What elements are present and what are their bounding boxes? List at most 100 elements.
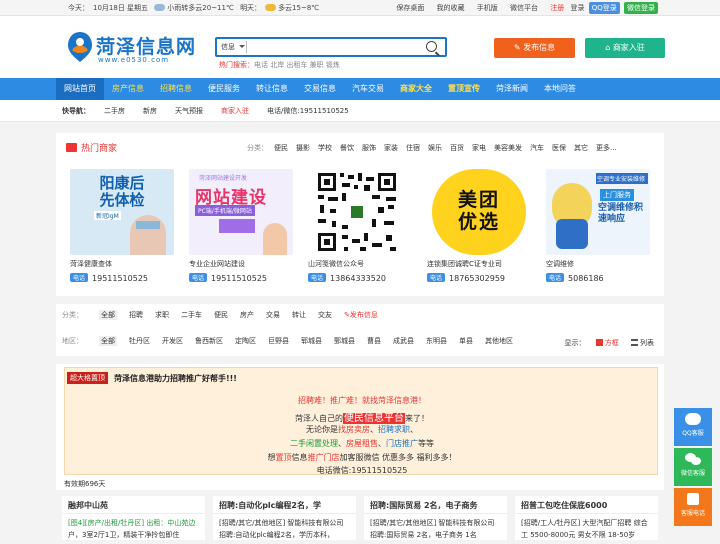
quick-new-house[interactable]: 新房 [143, 106, 157, 116]
wechat-login-button[interactable]: 微信登录 [624, 2, 658, 14]
qq-login-button[interactable]: QQ登录 [588, 2, 620, 14]
area-12[interactable]: 其他地区 [485, 336, 513, 346]
class-seek[interactable]: 求职 [155, 310, 169, 320]
listing-card[interactable]: 招聘:国际贸易 2名，电子商务 [招聘/其它/其他地区] 智能科技有限公司 招聘:… [364, 496, 507, 540]
area-2[interactable]: 开发区 [162, 336, 183, 346]
cat-12[interactable]: 医保 [552, 143, 566, 153]
merchant-card[interactable]: 阳康后先体检 新冠IgM 菏泽健康查体 电话 19511510525 [70, 169, 174, 283]
nav-services[interactable]: 便民服务 [200, 78, 248, 100]
merchant-image: 阳康后先体检 新冠IgM [70, 169, 174, 255]
class-usedcar[interactable]: 二手车 [181, 310, 202, 320]
publish-button[interactable]: ✎ 发布信息 [494, 38, 575, 58]
area-5[interactable]: 巨野县 [268, 336, 289, 346]
cat-4[interactable]: 服饰 [362, 143, 376, 153]
qq-service-button[interactable]: QQ客服 [674, 408, 712, 446]
nav-qa[interactable]: 本地问答 [536, 78, 584, 100]
join-button[interactable]: ⌂ 商家入驻 [585, 38, 665, 58]
publish-info-link[interactable]: ✎发布信息 [344, 310, 390, 320]
area-4[interactable]: 定陶区 [235, 336, 256, 346]
promo-banner[interactable]: 超大格置顶 菏泽信息港助力招聘推广好帮手!!! 招聘难！推广难！就找菏泽信息港！… [64, 367, 658, 475]
class-trade[interactable]: 交易 [266, 310, 280, 320]
cat-7[interactable]: 娱乐 [428, 143, 442, 153]
logo-text: 菏泽信息网 [96, 36, 197, 58]
area-11[interactable]: 单县 [459, 336, 473, 346]
merchant-categories: 分类： 便民 摄影 学校 餐饮 服饰 家装 住宿 娱乐 百货 家电 美容美发 汽… [247, 143, 625, 153]
listing-card[interactable]: 融邦中山苑 [图4][房产/出租/牡丹区] 出租：中山苑边 户，3室2厅1卫，精装… [62, 496, 205, 540]
search-category-select[interactable]: 信息 [221, 42, 245, 52]
class-jobs[interactable]: 招聘 [129, 310, 143, 320]
class-transfer[interactable]: 转让 [292, 310, 306, 320]
quick-merchant-join[interactable]: 商家入驻 [221, 106, 249, 116]
quick-weather[interactable]: 天气预报 [175, 106, 203, 116]
promo-tag: 超大格置顶 [67, 372, 108, 384]
shop-bag-icon [66, 143, 77, 152]
site-logo[interactable]: 菏泽信息网 www.e0530.com [66, 30, 196, 70]
listing-card[interactable]: 招普工包吃住保底6000 [招聘/工人/牡丹区] 大型汽配厂招聘 综合工 550… [515, 496, 658, 540]
merchant-name: 连锁集团诚聘C证专业司 [427, 260, 502, 268]
cat-5[interactable]: 家装 [384, 143, 398, 153]
shop-icon: ⌂ [605, 43, 613, 52]
class-all[interactable]: 全部 [99, 310, 117, 320]
quick-secondhand-house[interactable]: 二手房 [104, 106, 125, 116]
quick-nav-label: 快导航： [62, 107, 90, 115]
area-9[interactable]: 成武县 [393, 336, 414, 346]
hot-search-terms[interactable]: 电话 北岸 出租车 兼职 锻炼 [254, 61, 340, 69]
search-icon[interactable] [426, 41, 437, 52]
favorites-link[interactable]: 我的收藏 [437, 4, 465, 12]
area-10[interactable]: 东明县 [426, 336, 447, 346]
cat-6[interactable]: 住宿 [406, 143, 420, 153]
merchant-card[interactable]: 美团优选 连锁集团诚聘C证专业司 电话 18765302959 [427, 169, 531, 283]
register-link[interactable]: 注册 [550, 4, 564, 12]
cat-9[interactable]: 家电 [472, 143, 486, 153]
merchant-image: 菏泽网站建设开发 网站建设 PC端/手机端/微网站 [189, 169, 293, 255]
cat-2[interactable]: 学校 [318, 143, 332, 153]
area-8[interactable]: 曹县 [367, 336, 381, 346]
cat-8[interactable]: 百货 [450, 143, 464, 153]
nav-housing[interactable]: 房产信息 [104, 78, 152, 100]
class-housing[interactable]: 房产 [240, 310, 254, 320]
wechat-platform-link[interactable]: 微信平台 [510, 4, 538, 12]
nav-cars[interactable]: 汽车交易 [344, 78, 392, 100]
merchant-card[interactable]: 空调专业安装维修 上门服务 空调维修积速响应 空调维修 电话 5086186 [546, 169, 650, 283]
promo-validity: 有效期696天 [64, 480, 106, 488]
promo-line-3: 无论你是找房卖房、招聘求职、 [306, 425, 418, 434]
hot-search-label: 热门搜索： [219, 61, 254, 69]
phone-service-button[interactable]: 客服电话 [674, 488, 712, 526]
nav-merchants[interactable]: 商家大全 [392, 78, 440, 100]
nav-top-promo[interactable]: 置顶宣传 [440, 78, 488, 100]
area-3[interactable]: 鲁西新区 [195, 336, 223, 346]
wechat-service-button[interactable]: 微信客服 [674, 448, 712, 486]
grid-view-toggle[interactable]: 方框 [595, 339, 619, 347]
area-all[interactable]: 全部 [99, 336, 117, 346]
cat-0[interactable]: 便民 [274, 143, 288, 153]
cat-more[interactable]: 更多... [596, 143, 617, 153]
cat-10[interactable]: 美容美发 [494, 143, 522, 153]
merchant-phone: 电话 19511510525 [189, 273, 293, 283]
area-6[interactable]: 郓城县 [301, 336, 322, 346]
merchant-card[interactable]: 山河笺微信公众号 电话 13864333520 [308, 169, 412, 283]
merchant-card[interactable]: 菏泽网站建设开发 网站建设 PC端/手机端/微网站 专业企业网站建设 电话 195… [189, 169, 293, 283]
wechat-icon [685, 453, 701, 465]
nav-news[interactable]: 菏泽新闻 [488, 78, 536, 100]
cat-3[interactable]: 餐饮 [340, 143, 354, 153]
phone-icon [685, 493, 701, 505]
nav-jobs[interactable]: 招聘信息 [152, 78, 200, 100]
cat-11[interactable]: 汽车 [530, 143, 544, 153]
join-button-label: 商家入驻 [612, 43, 645, 52]
top-links: 保存桌面 我的收藏 手机版 微信平台 注册 登录 QQ登录 微信登录 [386, 2, 658, 14]
save-desktop-link[interactable]: 保存桌面 [396, 4, 424, 12]
class-friends[interactable]: 交友 [318, 310, 332, 320]
cat-13[interactable]: 其它 [574, 143, 588, 153]
mobile-link[interactable]: 手机版 [477, 4, 498, 12]
nav-trade[interactable]: 交易信息 [296, 78, 344, 100]
area-1[interactable]: 牡丹区 [129, 336, 150, 346]
area-7[interactable]: 鄄城县 [334, 336, 355, 346]
listing-card[interactable]: 招聘:自动化plc编程2名，学 [招聘/其它/其他地区] 智能科技有限公司 招聘:… [213, 496, 356, 540]
nav-transfer[interactable]: 转让信息 [248, 78, 296, 100]
cat-1[interactable]: 摄影 [296, 143, 310, 153]
nav-home[interactable]: 网站首页 [56, 78, 104, 100]
hot-merchants-panel: 热门商家 分类： 便民 摄影 学校 餐饮 服饰 家装 住宿 娱乐 百货 家电 美… [56, 133, 664, 296]
class-service[interactable]: 便民 [214, 310, 228, 320]
list-view-toggle[interactable]: 列表 [631, 339, 654, 347]
login-link[interactable]: 登录 [571, 4, 585, 12]
